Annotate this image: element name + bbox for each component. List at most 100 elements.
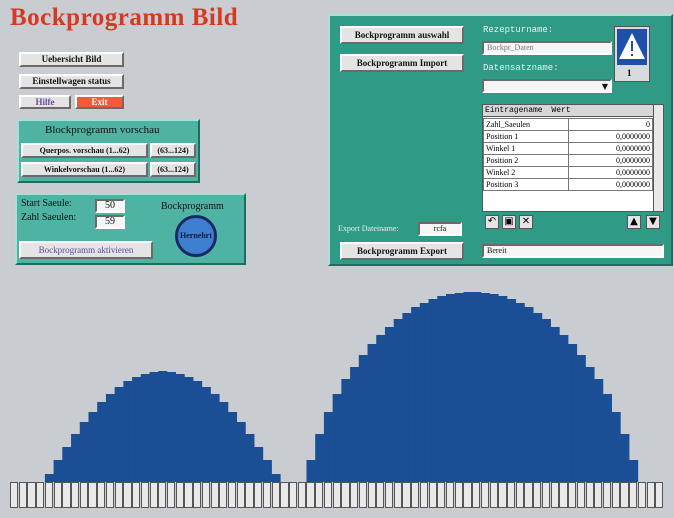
- column-bar: [620, 434, 630, 482]
- table-row[interactable]: Winkel 2 0,0000000: [483, 166, 653, 179]
- column-bar: [384, 327, 394, 482]
- bockprogramm-status-indicator: Hernehrt: [175, 215, 217, 257]
- bockprogramm-export-button[interactable]: Bockprogramm Export: [340, 242, 464, 260]
- column-bar: [480, 293, 490, 482]
- row-value: 0,0000000: [568, 142, 653, 155]
- column-bar: [463, 292, 473, 482]
- column-bar: [419, 303, 429, 482]
- bockprogramm-aktivieren-button[interactable]: Bockprogramm aktivieren: [19, 241, 153, 259]
- column-bar: [44, 474, 54, 482]
- row-value: 0,0000000: [568, 130, 653, 143]
- uebersicht-bild-button[interactable]: Uebersicht Bild: [19, 52, 124, 67]
- exit-button[interactable]: Exit: [75, 95, 124, 109]
- row-name: Winkel 2: [483, 166, 569, 179]
- warning-panel[interactable]: 1: [614, 26, 650, 82]
- warning-icon: [617, 29, 647, 65]
- column-bar: [88, 412, 98, 482]
- row-value: 0,0000000: [568, 178, 653, 191]
- column-bar: [428, 299, 438, 482]
- querpos-vorschau-2-button[interactable]: (63...124): [150, 143, 196, 158]
- querpos-vorschau-button[interactable]: Querpos. vorschau (1...62): [21, 143, 148, 158]
- column-bar: [62, 447, 72, 482]
- vorschau-title: Blockprogramm vorschau: [45, 124, 160, 136]
- column-bar: [175, 374, 185, 482]
- rezeptur-panel: Bockprogramm auswahl Bockprogramm Import…: [328, 14, 673, 266]
- export-dateiname-label: Export Dateiname:: [338, 224, 399, 233]
- column-bar: [236, 422, 246, 482]
- table-row[interactable]: Position 3 0,0000000: [483, 178, 653, 191]
- row-name: Position 2: [483, 154, 569, 167]
- bockprogramm-auswahl-button[interactable]: Bockprogramm auswahl: [340, 26, 464, 44]
- column-bar: [71, 434, 81, 482]
- row-name: Winkel 1: [483, 142, 569, 155]
- winkelvorschau-button[interactable]: Winkelvorschau (1...62): [21, 162, 148, 177]
- column-bar: [315, 434, 325, 482]
- datensatz-name-label: Datensatzname:: [483, 63, 559, 73]
- undo-icon[interactable]: ↶: [485, 215, 499, 229]
- column-bar: [454, 293, 464, 482]
- row-value: 0,0000000: [568, 154, 653, 167]
- column-bar: [594, 379, 604, 482]
- status-bar: Bereit: [482, 244, 664, 258]
- column-bar: [219, 402, 229, 482]
- start-panel: Start Saeule: 50 Zahl Saeulen: 59 Bockpr…: [15, 193, 246, 265]
- column-bar: [524, 307, 534, 482]
- delete-icon[interactable]: ✕: [519, 215, 533, 229]
- table-row[interactable]: Zahl_Saeulen 0: [483, 118, 653, 131]
- column-bar: [515, 303, 525, 482]
- zahl-saeulen-field[interactable]: 59: [95, 215, 125, 229]
- column-bar: [341, 379, 351, 482]
- bockprogramm-label: Bockprogramm: [161, 201, 224, 212]
- recipe-table-body: Zahl_Saeulen 0 Position 1 0,0000000 Winkel…: [483, 118, 653, 191]
- rezeptur-name-label: Rezeptur​name:: [483, 25, 554, 35]
- column-bar: [585, 367, 595, 482]
- column-bar: [507, 299, 517, 482]
- table-row[interactable]: Position 1 0,0000000: [483, 130, 653, 143]
- rezeptur-name-field[interactable]: Bockpr_Daten: [482, 41, 612, 55]
- column-bar: [541, 319, 551, 482]
- page-title: Bockprogramm Bild: [10, 4, 239, 31]
- bockprogramm-import-button[interactable]: Bockprogramm Import: [340, 54, 464, 72]
- column-bar: [367, 344, 377, 482]
- column-bar: [201, 387, 211, 482]
- export-dateiname-field[interactable]: rcfa: [418, 222, 462, 236]
- warning-count: 1: [627, 68, 632, 78]
- column-bar: [629, 460, 639, 482]
- table-header-wert: Wert: [551, 106, 571, 115]
- column-bar: [262, 460, 272, 482]
- column-bar: [550, 327, 560, 482]
- column-bar: [498, 296, 508, 482]
- table-row[interactable]: Position 2 0,0000000: [483, 154, 653, 167]
- hilfe-button[interactable]: Hilfe: [19, 95, 71, 109]
- column-bar: [533, 313, 543, 482]
- column-bar: [158, 371, 168, 482]
- einstellwagen-status-button[interactable]: Einstellwagen status: [19, 74, 124, 89]
- column-bar: [114, 387, 124, 482]
- column-bar: [254, 447, 264, 482]
- start-saeule-label: Start Saeule:: [21, 198, 72, 209]
- column-bar: [149, 372, 159, 482]
- column-bar: [210, 394, 220, 482]
- column-bar: [97, 402, 107, 482]
- dropdown-chevron-icon[interactable]: ▼: [602, 82, 608, 91]
- column-bar: [271, 474, 281, 482]
- save-icon[interactable]: ▣: [502, 215, 516, 229]
- column-bar: [602, 394, 612, 482]
- column-bar: [228, 412, 238, 482]
- import-icon[interactable]: ▲: [627, 215, 641, 229]
- column-bar: [393, 319, 403, 482]
- table-scrollbar[interactable]: [653, 105, 663, 211]
- column-bar: [132, 377, 142, 482]
- row-name: Position 1: [483, 130, 569, 143]
- vorschau-panel: Blockprogramm vorschau Querpos. vorschau…: [17, 119, 200, 183]
- export-icon[interactable]: ▼: [646, 215, 660, 229]
- winkelvorschau-2-button[interactable]: (63...124): [150, 162, 196, 177]
- row-name: Position 3: [483, 178, 569, 191]
- start-saeule-field[interactable]: 50: [95, 199, 125, 213]
- datensatz-name-field[interactable]: ▼: [482, 79, 612, 93]
- zahl-saeulen-label: Zahl Saeulen:: [21, 212, 77, 223]
- table-row[interactable]: Winkel 1 0,0000000: [483, 142, 653, 155]
- row-value: 0: [568, 118, 653, 131]
- column-bar: [472, 292, 482, 482]
- column-bar: [411, 307, 421, 482]
